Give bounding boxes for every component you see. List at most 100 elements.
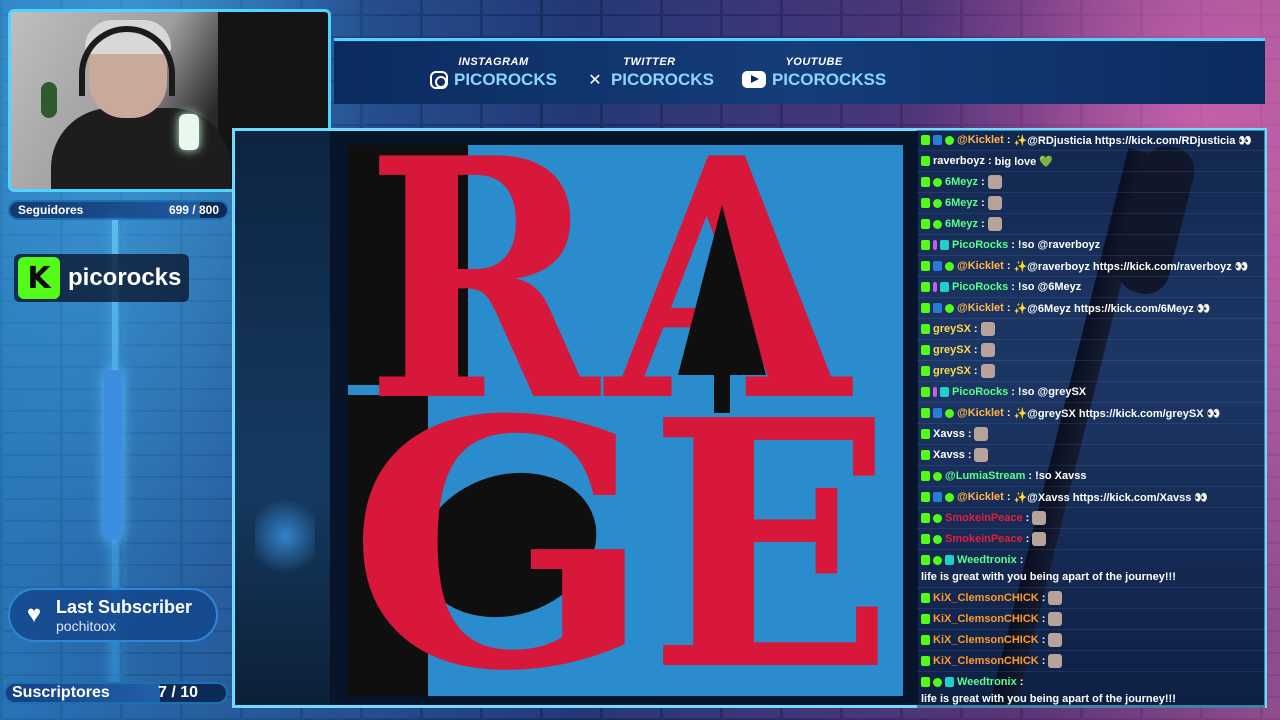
chat-message: raverboyz: big love 💚 [917, 151, 1265, 172]
chat-username[interactable]: SmokeinPeace [945, 533, 1023, 545]
verified-badge-icon [933, 534, 942, 544]
chat-emote-icon [1048, 591, 1063, 605]
cyan-badge-icon [940, 387, 949, 397]
kick-badge-icon [921, 345, 930, 355]
chat-message-text: ✨@6Meyz https://kick.com/6Meyz 👀 [1013, 302, 1211, 315]
chat-username[interactable]: greySX [933, 365, 971, 377]
social-instagram-handle: PICOROCKS [454, 69, 557, 89]
chat-username[interactable]: PicoRocks [952, 281, 1008, 293]
kick-brand-badge: K picorocks [14, 254, 190, 302]
chat-message: 6Meyz: [917, 214, 1265, 235]
chat-message: KiX_ClemsonCHICK: [917, 588, 1265, 609]
chat-separator: : [967, 449, 972, 461]
kick-badge-icon [921, 471, 930, 481]
chat-username[interactable]: Xavss [933, 428, 965, 440]
subscribers-goal-bar: Suscriptores 7 / 10 [4, 682, 228, 704]
chat-separator: : [1041, 634, 1046, 646]
followers-goal-value: 699 / 800 [168, 203, 219, 217]
kick-badge-icon [921, 635, 930, 645]
kick-badge-icon [921, 156, 930, 166]
chat-separator: : [987, 155, 992, 167]
chat-username[interactable]: @Kicklet [957, 407, 1004, 419]
chat-emote-icon [1032, 532, 1047, 546]
verified-badge-icon [933, 198, 942, 208]
chat-username[interactable]: greySX [933, 323, 971, 335]
chat-username[interactable]: Weedtronix [957, 675, 1017, 689]
chat-username[interactable]: @Kicklet [957, 491, 1004, 503]
chat-message-text: !so @6Meyz [1017, 281, 1082, 293]
last-subscriber-widget: ♥ Last Subscriber pochitoox [8, 588, 218, 642]
verified-badge-icon [933, 677, 942, 687]
subscribers-goal-value: 7 / 10 [157, 684, 198, 701]
kick-logo-icon: K [18, 257, 60, 299]
chat-username[interactable]: @LumiaStream [945, 470, 1025, 482]
chat-username[interactable]: 6Meyz [945, 197, 978, 209]
kick-badge-icon [921, 177, 930, 187]
chat-separator: : [981, 218, 985, 230]
chat-emote-icon [980, 343, 995, 357]
verified-badge-icon [933, 177, 942, 187]
chat-separator: : [1011, 239, 1015, 251]
chat-username[interactable]: KiX_ClemsonCHICK [933, 655, 1039, 667]
chat-username[interactable]: @Kicklet [957, 134, 1004, 146]
chat-separator: : [981, 197, 985, 209]
chat-username[interactable]: KiX_ClemsonCHICK [933, 613, 1039, 625]
bot-badge-icon [933, 135, 942, 145]
chat-username[interactable]: raverboyz [933, 155, 985, 167]
last-subscriber-title: Last Subscriber [56, 596, 193, 617]
chat-separator: : [967, 428, 972, 440]
chat-username[interactable]: SmokeinPeace [945, 512, 1023, 524]
chat-message-text: life is great with you being apart of th… [921, 693, 1176, 705]
chat-separator: : [1025, 533, 1030, 545]
kick-badge-icon [921, 513, 930, 523]
chat-separator: : [1006, 407, 1011, 419]
chat-username[interactable]: @Kicklet [957, 302, 1004, 314]
chat-emote-icon [974, 427, 989, 441]
chat-username[interactable]: KiX_ClemsonCHICK [933, 592, 1039, 604]
kick-badge-icon [921, 366, 930, 376]
chat-username[interactable]: 6Meyz [945, 176, 978, 188]
chat-username[interactable]: PicoRocks [952, 386, 1008, 398]
chat-emote-icon [987, 175, 1002, 189]
chat-username[interactable]: KiX_ClemsonCHICK [933, 634, 1039, 646]
chat-username[interactable]: Xavss [933, 449, 965, 461]
kick-badge-icon [921, 614, 930, 624]
chat-emote-icon [980, 322, 995, 336]
chat-emote-icon [1048, 633, 1063, 647]
bot-badge-icon [933, 408, 942, 418]
chat-username[interactable]: Weedtronix [957, 553, 1017, 567]
chat-separator: : [1019, 554, 1024, 566]
chat-username[interactable]: greySX [933, 344, 971, 356]
kick-badge-icon [921, 324, 930, 334]
kick-badge-icon [921, 555, 930, 565]
cyan-badge-icon [945, 555, 954, 565]
chat-username[interactable]: 6Meyz [945, 218, 978, 230]
kick-badge-icon [921, 593, 930, 603]
chat-message-text: big love 💚 [994, 155, 1053, 168]
chat-username[interactable]: PicoRocks [952, 239, 1008, 251]
kick-badge-icon [921, 429, 930, 439]
social-instagram-label: INSTAGRAM [458, 55, 529, 68]
kick-badge-icon [921, 534, 930, 544]
chat-separator: : [1025, 512, 1030, 524]
microphone [179, 114, 199, 150]
subscribers-goal-label: Suscriptores [12, 684, 110, 701]
kick-badge-icon [921, 240, 930, 250]
chat-emote-icon [1048, 654, 1063, 668]
heart-icon: ♥ [26, 601, 42, 628]
chat-emote-icon [1032, 511, 1047, 525]
cyan-badge-icon [945, 677, 954, 687]
chat-username[interactable]: @Kicklet [957, 260, 1004, 272]
verified-badge-icon [945, 303, 954, 313]
chat-overlay: @Kicklet: ✨@RDjusticia https://kick.com/R… [917, 130, 1265, 708]
instagram-icon [430, 70, 448, 89]
kick-badge-icon [921, 219, 930, 229]
kick-badge-icon [921, 492, 930, 502]
youtube-icon [741, 71, 766, 88]
kick-badge-icon [921, 450, 930, 460]
chat-message-text: ✨@greySX https://kick.com/greySX 👀 [1013, 407, 1221, 420]
kick-badge-icon [921, 261, 930, 271]
chat-message: Xavss: [917, 424, 1265, 445]
chat-message: @Kicklet: ✨@greySX https://kick.com/greyS… [917, 403, 1265, 424]
chat-emote-icon [987, 217, 1002, 231]
